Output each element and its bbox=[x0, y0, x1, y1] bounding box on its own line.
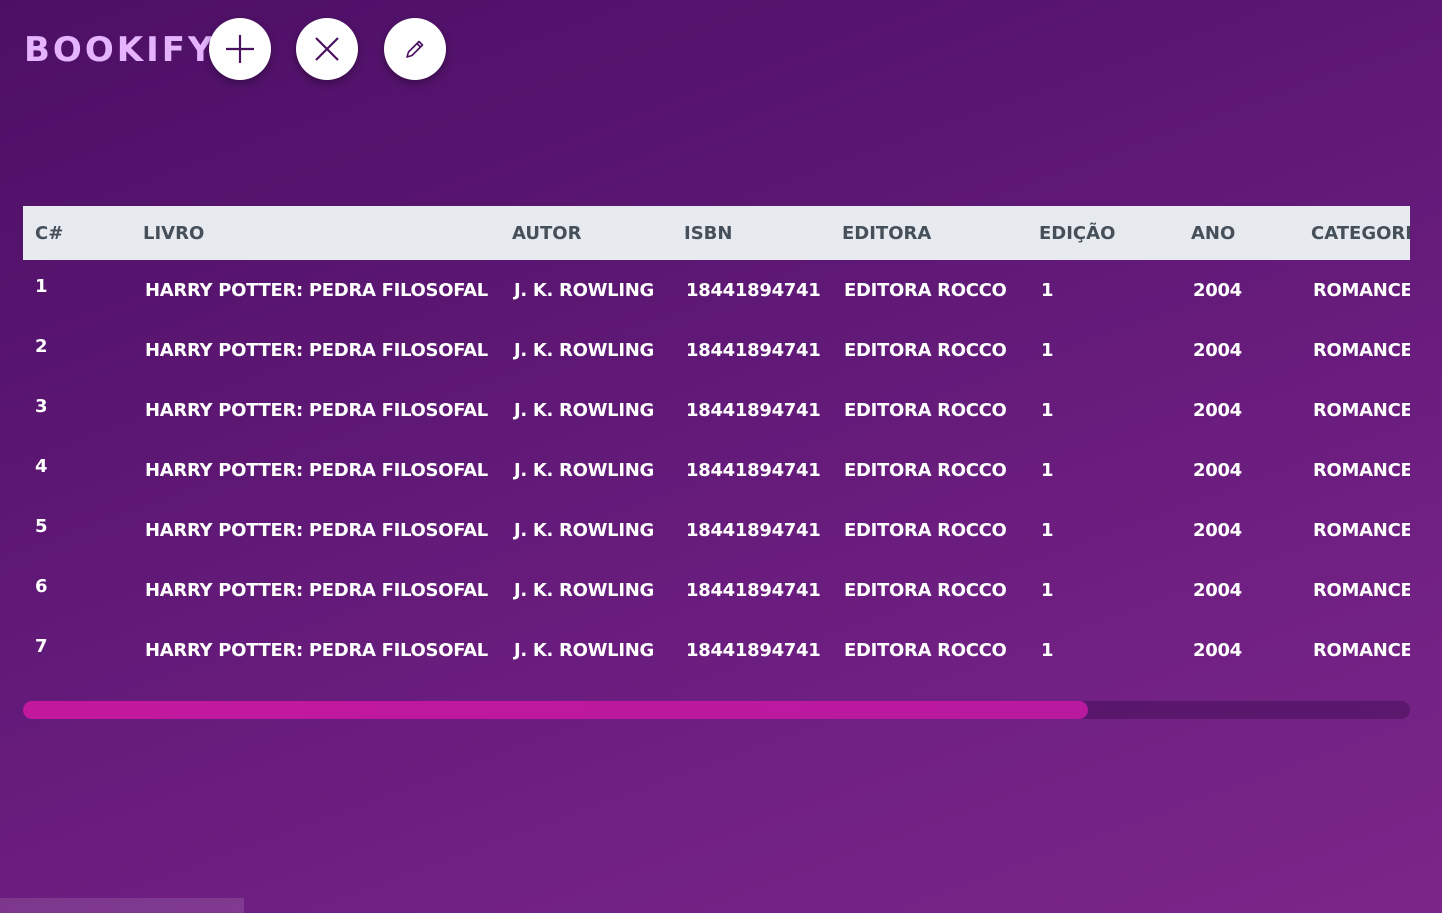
cell-ano: 2004 bbox=[1193, 579, 1242, 601]
cell-autor: J. K. ROWLING bbox=[514, 399, 654, 421]
cell-autor: J. K. ROWLING bbox=[514, 339, 654, 361]
cell-edicao: 1 bbox=[1041, 579, 1054, 601]
cell-categoria: ROMANCE bbox=[1313, 339, 1410, 361]
cell-categoria: ROMANCE bbox=[1313, 399, 1410, 421]
column-header-edicao[interactable]: EDIÇÃO bbox=[1027, 206, 1179, 260]
scrollbar-thumb[interactable] bbox=[23, 701, 1088, 719]
cell-id: 2 bbox=[35, 336, 48, 357]
table-row[interactable]: 5 HARRY POTTER: PEDRA FILOSOFAL J. K. ROWL… bbox=[23, 500, 1410, 560]
cell-autor: J. K. ROWLING bbox=[514, 519, 654, 541]
add-book-button[interactable] bbox=[209, 18, 271, 80]
cell-ano: 2004 bbox=[1193, 399, 1242, 421]
cell-livro: HARRY POTTER: PEDRA FILOSOFAL bbox=[145, 459, 488, 481]
cell-ano: 2004 bbox=[1193, 339, 1242, 361]
edit-book-button[interactable] bbox=[384, 18, 446, 80]
cell-id: 5 bbox=[35, 516, 48, 537]
cell-livro: HARRY POTTER: PEDRA FILOSOFAL bbox=[145, 399, 488, 421]
column-header-categoria[interactable]: CATEGORIA bbox=[1299, 206, 1410, 260]
table-row[interactable]: 4 HARRY POTTER: PEDRA FILOSOFAL J. K. ROWL… bbox=[23, 440, 1410, 500]
table-row[interactable]: 2 HARRY POTTER: PEDRA FILOSOFAL J. K. ROWL… bbox=[23, 320, 1410, 380]
books-table-container: C# LIVRO AUTOR ISBN EDITORA EDIÇÃO ANO C… bbox=[23, 206, 1410, 676]
cell-edicao: 1 bbox=[1041, 519, 1054, 541]
cell-editora: EDITORA ROCCO bbox=[844, 459, 1007, 481]
table-row[interactable]: 3 HARRY POTTER: PEDRA FILOSOFAL J. K. ROWL… bbox=[23, 380, 1410, 440]
column-header-autor[interactable]: AUTOR bbox=[500, 206, 672, 260]
cell-categoria: ROMANCE bbox=[1313, 459, 1410, 481]
cell-editora: EDITORA ROCCO bbox=[844, 339, 1007, 361]
cell-ano: 2004 bbox=[1193, 639, 1242, 661]
remove-book-button[interactable] bbox=[296, 18, 358, 80]
cell-ano: 2004 bbox=[1193, 279, 1242, 301]
cell-isbn: 18441894741 bbox=[686, 639, 821, 661]
cell-isbn: 18441894741 bbox=[686, 519, 821, 541]
cell-edicao: 1 bbox=[1041, 639, 1054, 661]
table-row[interactable]: 6 HARRY POTTER: PEDRA FILOSOFAL J. K. ROWL… bbox=[23, 560, 1410, 620]
cell-livro: HARRY POTTER: PEDRA FILOSOFAL bbox=[145, 519, 488, 541]
cell-edicao: 1 bbox=[1041, 399, 1054, 421]
close-icon bbox=[315, 37, 339, 61]
cell-isbn: 18441894741 bbox=[686, 339, 821, 361]
column-header-id[interactable]: C# bbox=[23, 206, 131, 260]
cell-livro: HARRY POTTER: PEDRA FILOSOFAL bbox=[145, 639, 488, 661]
books-table: C# LIVRO AUTOR ISBN EDITORA EDIÇÃO ANO C… bbox=[23, 206, 1410, 676]
table-row[interactable]: 7 HARRY POTTER: PEDRA FILOSOFAL J. K. ROWL… bbox=[23, 620, 1410, 676]
cell-id: 3 bbox=[35, 396, 48, 417]
column-header-ano[interactable]: ANO bbox=[1179, 206, 1299, 260]
cell-isbn: 18441894741 bbox=[686, 279, 821, 301]
cell-categoria: ROMANCE bbox=[1313, 279, 1410, 301]
cell-id: 7 bbox=[35, 636, 48, 657]
app-logo: BOOKIFY bbox=[24, 30, 216, 70]
cell-isbn: 18441894741 bbox=[686, 579, 821, 601]
horizontal-scrollbar[interactable] bbox=[23, 701, 1410, 719]
cell-editora: EDITORA ROCCO bbox=[844, 579, 1007, 601]
table-row[interactable]: 1 HARRY POTTER: PEDRA FILOSOFAL J. K. ROWL… bbox=[23, 260, 1410, 320]
cell-categoria: ROMANCE bbox=[1313, 639, 1410, 661]
cell-editora: EDITORA ROCCO bbox=[844, 519, 1007, 541]
cell-edicao: 1 bbox=[1041, 459, 1054, 481]
column-header-isbn[interactable]: ISBN bbox=[672, 206, 830, 260]
cell-id: 4 bbox=[35, 456, 48, 477]
cell-autor: J. K. ROWLING bbox=[514, 639, 654, 661]
cell-ano: 2004 bbox=[1193, 459, 1242, 481]
cell-categoria: ROMANCE bbox=[1313, 579, 1410, 601]
cell-isbn: 18441894741 bbox=[686, 399, 821, 421]
cell-categoria: ROMANCE bbox=[1313, 519, 1410, 541]
column-header-livro[interactable]: LIVRO bbox=[131, 206, 500, 260]
cell-editora: EDITORA ROCCO bbox=[844, 279, 1007, 301]
cell-livro: HARRY POTTER: PEDRA FILOSOFAL bbox=[145, 339, 488, 361]
cell-livro: HARRY POTTER: PEDRA FILOSOFAL bbox=[145, 279, 488, 301]
cell-editora: EDITORA ROCCO bbox=[844, 399, 1007, 421]
cell-autor: J. K. ROWLING bbox=[514, 459, 654, 481]
cell-id: 1 bbox=[35, 276, 48, 297]
cell-edicao: 1 bbox=[1041, 279, 1054, 301]
bottom-corner-panel bbox=[0, 898, 244, 913]
column-header-editora[interactable]: EDITORA bbox=[830, 206, 1027, 260]
cell-isbn: 18441894741 bbox=[686, 459, 821, 481]
cell-autor: J. K. ROWLING bbox=[514, 279, 654, 301]
cell-autor: J. K. ROWLING bbox=[514, 579, 654, 601]
table-header-row: C# LIVRO AUTOR ISBN EDITORA EDIÇÃO ANO C… bbox=[23, 206, 1410, 260]
plus-icon bbox=[226, 35, 254, 63]
cell-editora: EDITORA ROCCO bbox=[844, 639, 1007, 661]
cell-ano: 2004 bbox=[1193, 519, 1242, 541]
cell-id: 6 bbox=[35, 576, 48, 597]
cell-livro: HARRY POTTER: PEDRA FILOSOFAL bbox=[145, 579, 488, 601]
pencil-icon bbox=[406, 40, 424, 58]
cell-edicao: 1 bbox=[1041, 339, 1054, 361]
